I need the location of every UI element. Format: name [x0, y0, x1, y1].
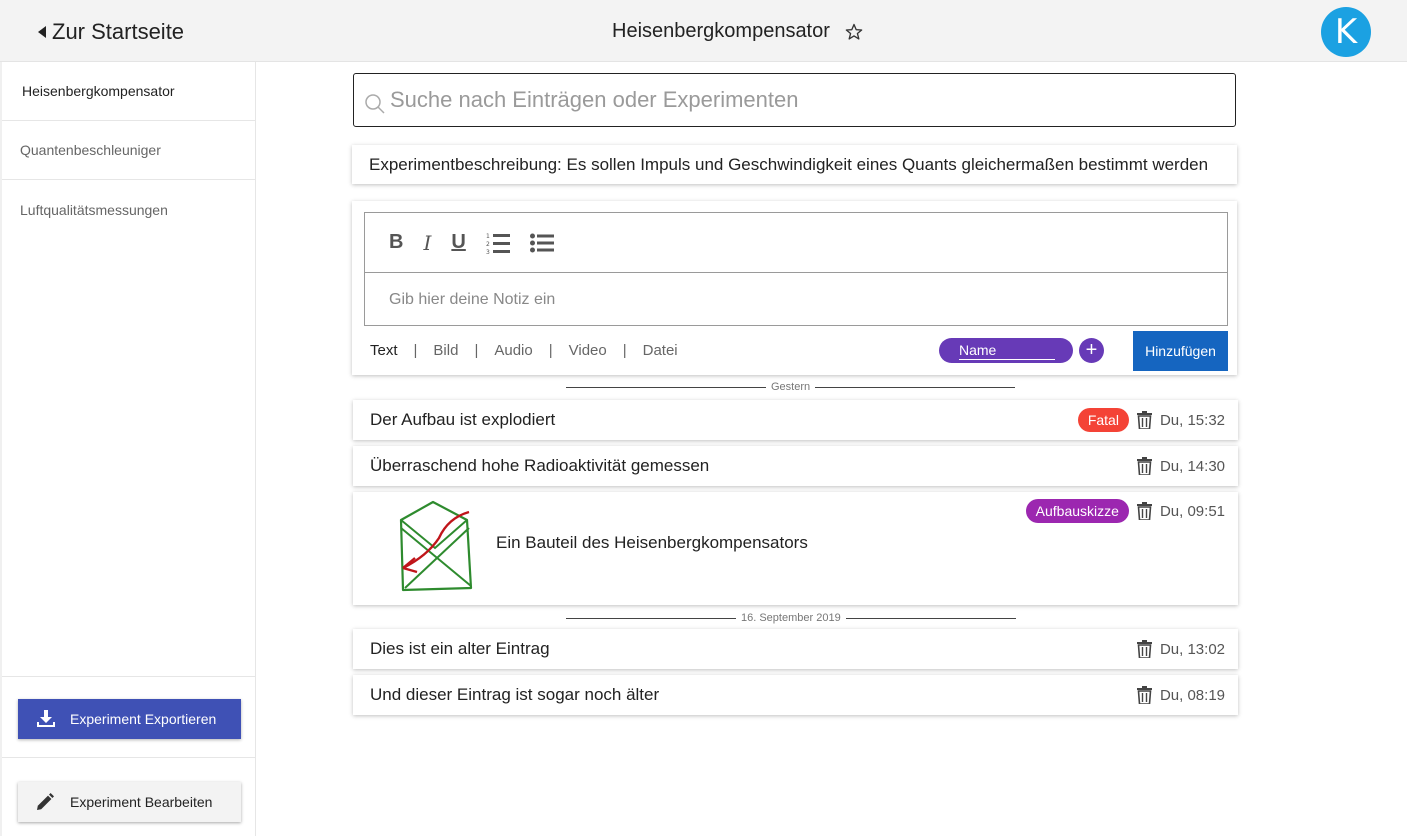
- date-divider: Gestern: [566, 381, 1016, 393]
- divider-line: [845, 617, 1016, 619]
- back-to-home-link[interactable]: Zur Startseite: [38, 19, 184, 45]
- entry-time: Du, 08:19: [1159, 686, 1225, 704]
- back-label: Zur Startseite: [52, 19, 185, 44]
- type-text[interactable]: Text: [370, 342, 398, 359]
- edit-experiment-button[interactable]: Experiment Bearbeiten: [18, 782, 241, 822]
- entry-row[interactable]: Dies ist ein alter Eintrag Du, 13:02: [353, 629, 1238, 669]
- tag-badge[interactable]: Fatal: [1077, 408, 1129, 432]
- trash-icon[interactable]: [1136, 457, 1152, 475]
- download-icon: [37, 710, 55, 727]
- entry-meta: Aufbauskizze Du, 09:51: [1025, 499, 1225, 523]
- pencil-icon: [37, 793, 54, 810]
- entry-meta: Du, 14:30: [1136, 457, 1225, 475]
- entry-time: Du, 13:02: [1159, 640, 1225, 658]
- entry-row-image[interactable]: Ein Bauteil des Heisenbergkompensators A…: [353, 492, 1238, 605]
- sidebar: Heisenbergkompensator Quantenbeschleunig…: [0, 62, 256, 836]
- entry-meta: Du, 13:02: [1136, 640, 1225, 658]
- trash-icon[interactable]: [1136, 411, 1152, 429]
- sidebar-item-label: Luftqualitätsmessungen: [20, 201, 168, 218]
- note-editor: B I U 1 2 3 Gib hier deine Notiz ein Tex…: [352, 201, 1237, 375]
- logo-letter: K: [1334, 12, 1358, 52]
- app-logo[interactable]: K: [1321, 7, 1371, 57]
- svg-text:3: 3: [486, 249, 490, 255]
- type-bild[interactable]: Bild: [433, 342, 458, 359]
- search-bar: [353, 73, 1236, 127]
- sidebar-item-luftqualitaetsmessungen[interactable]: Luftqualitätsmessungen: [2, 180, 255, 239]
- sketch-image[interactable]: [393, 498, 483, 598]
- search-icon: [365, 94, 385, 114]
- entry-text: Der Aufbau ist explodiert: [370, 410, 556, 429]
- chevron-left-icon: [38, 26, 46, 38]
- trash-icon[interactable]: [1136, 686, 1152, 704]
- type-separator: |: [474, 342, 479, 359]
- type-datei[interactable]: Datei: [643, 342, 678, 359]
- divider-line: [566, 386, 766, 388]
- trash-icon[interactable]: [1136, 640, 1152, 658]
- date-divider: 16. September 2019: [566, 612, 1016, 624]
- type-separator: |: [622, 342, 627, 359]
- sidebar-item-quantenbeschleuniger[interactable]: Quantenbeschleuniger: [2, 121, 255, 180]
- sidebar-actions: Experiment Exportieren Experiment Bearbe…: [2, 676, 256, 822]
- italic-button[interactable]: I: [423, 231, 431, 255]
- tag-name-placeholder: Name: [959, 342, 1055, 360]
- edit-label: Experiment Bearbeiten: [70, 794, 213, 810]
- type-audio[interactable]: Audio: [494, 342, 532, 359]
- entry-type-selector: Text | Bild | Audio | Video | Datei: [370, 342, 678, 359]
- formatting-toolbar: B I U 1 2 3: [365, 213, 1227, 273]
- unordered-list-icon: [529, 233, 554, 252]
- sidebar-item-label: Quantenbeschleuniger: [20, 142, 161, 158]
- ordered-list-button[interactable]: 1 2 3: [486, 231, 510, 255]
- entry-text: Überraschend hohe Radioaktivität gemesse…: [370, 456, 710, 475]
- divider: [2, 757, 256, 758]
- app-header: Zur Startseite Heisenbergkompensator K: [0, 0, 1407, 62]
- export-label: Experiment Exportieren: [70, 711, 217, 727]
- search-input[interactable]: [390, 87, 1210, 113]
- bold-button[interactable]: B: [389, 231, 403, 254]
- type-separator: |: [548, 342, 553, 359]
- entry-text: Dies ist ein alter Eintrag: [370, 639, 550, 658]
- entry-time: Du, 15:32: [1159, 411, 1225, 429]
- svg-text:1: 1: [486, 233, 490, 240]
- entry-text: Ein Bauteil des Heisenbergkompensators: [496, 533, 808, 552]
- type-separator: |: [413, 342, 418, 359]
- entry-meta: Du, 08:19: [1136, 686, 1225, 704]
- entry-meta: Fatal Du, 15:32: [1077, 408, 1225, 432]
- date-divider-label: 16. September 2019: [741, 612, 841, 624]
- underline-button[interactable]: U: [451, 231, 465, 254]
- entry-row[interactable]: Und dieser Eintrag ist sogar noch älter …: [353, 675, 1238, 715]
- entry-time: Du, 14:30: [1159, 457, 1225, 475]
- experiment-title-area: Heisenbergkompensator: [612, 20, 864, 43]
- sidebar-item-label: Heisenbergkompensator: [22, 83, 175, 99]
- unordered-list-button[interactable]: [529, 233, 554, 253]
- ordered-list-icon: 1 2 3: [486, 233, 510, 255]
- experiment-description: Experimentbeschreibung: Es sollen Impuls…: [352, 145, 1237, 184]
- page-title: Heisenbergkompensator: [612, 20, 830, 42]
- tag-name-input[interactable]: Name: [939, 338, 1073, 363]
- entry-row[interactable]: Überraschend hohe Radioaktivität gemesse…: [353, 446, 1238, 486]
- add-entry-button[interactable]: Hinzufügen: [1133, 331, 1228, 371]
- star-icon[interactable]: [844, 22, 864, 42]
- description-text: Experimentbeschreibung: Es sollen Impuls…: [369, 154, 1209, 174]
- plus-icon: +: [1085, 339, 1098, 361]
- entry-text: Und dieser Eintrag ist sogar noch älter: [370, 685, 660, 704]
- editor-box: B I U 1 2 3 Gib hier deine Notiz ein: [364, 212, 1228, 326]
- entry-time: Du, 09:51: [1159, 502, 1225, 520]
- note-input[interactable]: Gib hier deine Notiz ein: [389, 291, 555, 309]
- trash-icon[interactable]: [1136, 502, 1152, 520]
- export-experiment-button[interactable]: Experiment Exportieren: [18, 699, 241, 739]
- entry-row[interactable]: Der Aufbau ist explodiert Fatal Du, 15:3…: [353, 400, 1238, 440]
- divider-line: [815, 386, 1016, 388]
- sidebar-item-heisenbergkompensator[interactable]: Heisenbergkompensator: [2, 62, 255, 121]
- divider-line: [566, 617, 736, 619]
- type-video[interactable]: Video: [569, 342, 607, 359]
- add-tag-button[interactable]: +: [1079, 338, 1104, 363]
- svg-text:2: 2: [486, 241, 490, 248]
- tag-badge[interactable]: Aufbauskizze: [1025, 499, 1129, 523]
- date-divider-label: Gestern: [771, 381, 811, 393]
